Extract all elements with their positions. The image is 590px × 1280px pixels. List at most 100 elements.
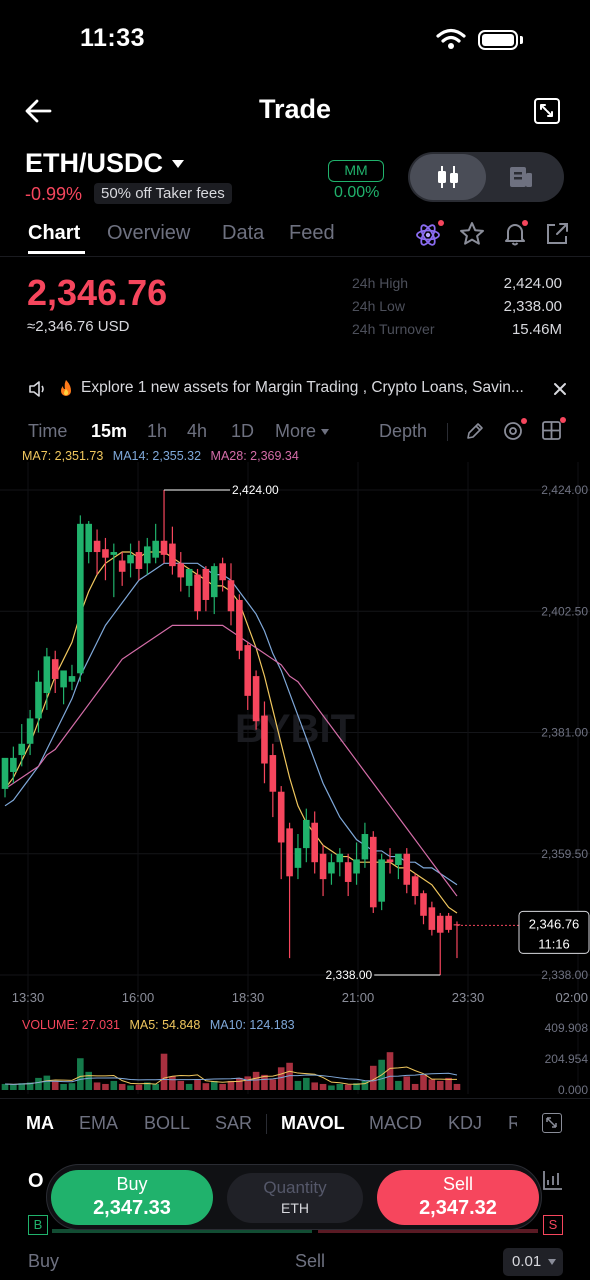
candle-body xyxy=(453,924,461,926)
candle-body xyxy=(411,876,419,897)
candle-body xyxy=(311,822,318,863)
bell-alert-icon[interactable] xyxy=(501,218,531,248)
x-tick-label: 21:00 xyxy=(342,990,375,1005)
grid-layout-icon[interactable] xyxy=(540,416,568,444)
candle-body xyxy=(428,907,436,930)
indicator-more[interactable]: R xyxy=(508,1113,517,1134)
volume-bar xyxy=(93,1082,101,1090)
volume-bar xyxy=(386,1052,394,1090)
x-tick-label: 13:30 xyxy=(12,990,45,1005)
chevron-down-icon[interactable] xyxy=(172,160,184,168)
candle-body xyxy=(143,546,151,564)
pencil-draw-icon[interactable] xyxy=(465,421,485,441)
sell-button[interactable]: Sell 2,347.32 xyxy=(377,1170,539,1225)
divider xyxy=(0,256,590,257)
price-step-select[interactable]: 0.01 xyxy=(503,1248,563,1276)
star-favorite-icon[interactable] xyxy=(458,220,486,248)
interval-1h[interactable]: 1h xyxy=(147,421,167,442)
orderbook-buy-header: Buy xyxy=(28,1251,60,1271)
buy-button[interactable]: Buy 2,347.33 xyxy=(51,1170,213,1225)
candlestick-chart[interactable]: BYBIT 2,424.002,402.502,381.002,359.502,… xyxy=(0,462,590,1094)
indicator-ema[interactable]: EMA xyxy=(79,1113,118,1134)
volume-bar xyxy=(77,1058,84,1090)
stat-value: 2,338.00 xyxy=(503,298,562,315)
quantity-input[interactable]: Quantity ETH xyxy=(227,1173,363,1223)
candle-body xyxy=(135,552,143,569)
candle-body xyxy=(60,670,67,688)
stat-label: 24h High xyxy=(352,275,409,291)
orderbook-sell-header: Sell xyxy=(295,1251,326,1271)
volume-bar xyxy=(403,1076,411,1090)
volume-ma10-label: MA10: 124.183 xyxy=(209,1018,295,1032)
volume-bar xyxy=(236,1077,243,1090)
battery-tip xyxy=(520,36,523,44)
candle-body xyxy=(169,543,176,567)
volume-bar xyxy=(336,1083,344,1090)
candle-body xyxy=(68,676,76,682)
ma-legend: MA7: 2,351.73 MA14: 2,355.32 MA28: 2,369… xyxy=(22,449,299,463)
volume-bar xyxy=(51,1080,59,1090)
candle-view-button[interactable] xyxy=(410,154,486,200)
indicator-settings-icon[interactable] xyxy=(501,416,529,444)
volume-bar xyxy=(177,1080,185,1090)
volume-bar xyxy=(269,1079,277,1090)
quantity-unit: ETH xyxy=(281,1200,309,1216)
chart-icon[interactable] xyxy=(541,1168,565,1192)
candle-body xyxy=(43,656,51,694)
candle-body xyxy=(436,915,444,933)
candle-body xyxy=(445,915,452,930)
candle-body xyxy=(420,893,427,916)
candle-body xyxy=(202,568,210,600)
ai-atom-icon[interactable] xyxy=(414,220,444,248)
volume-bar xyxy=(428,1079,436,1090)
volume-bar xyxy=(110,1080,118,1090)
candle-body xyxy=(319,853,327,880)
fee-badge[interactable]: 50% off Taker fees xyxy=(94,183,232,204)
volume-bar xyxy=(152,1083,159,1090)
order-book-view-icon[interactable] xyxy=(508,165,534,189)
tab-overview[interactable]: Overview xyxy=(107,222,190,245)
candle-body xyxy=(303,819,310,849)
tab-chart[interactable]: Chart xyxy=(28,222,80,245)
low-marker-label: 2,338.00 xyxy=(326,968,373,982)
volume-bar xyxy=(294,1080,302,1090)
volume-tick-label: 0.000 xyxy=(558,1083,588,1094)
indicator-mavol[interactable]: MAVOL xyxy=(281,1113,345,1134)
indicator-ma[interactable]: MA xyxy=(26,1113,54,1134)
candle-body xyxy=(277,791,285,843)
x-tick-label: 16:00 xyxy=(122,990,155,1005)
stat-label: 24h Low xyxy=(352,298,405,314)
pair-selector[interactable]: ETH/USDC xyxy=(25,148,163,179)
volume-bar xyxy=(311,1082,318,1090)
interval-more[interactable]: More xyxy=(275,421,316,442)
candle-body xyxy=(353,859,360,874)
fullscreen-icon[interactable] xyxy=(534,98,560,124)
indicator-sar[interactable]: SAR xyxy=(215,1113,252,1134)
tab-data[interactable]: Data xyxy=(222,222,264,245)
share-icon[interactable] xyxy=(543,220,571,248)
interval-15m[interactable]: 15m xyxy=(91,421,127,442)
close-icon[interactable] xyxy=(553,382,567,396)
interval-4h[interactable]: 4h xyxy=(187,421,207,442)
candle-body xyxy=(252,676,260,722)
candle-body xyxy=(378,859,385,902)
indicator-kdj[interactable]: KDJ xyxy=(448,1113,482,1134)
candle-body xyxy=(244,645,252,696)
tab-feed[interactable]: Feed xyxy=(289,222,335,245)
indicator-boll[interactable]: BOLL xyxy=(144,1113,190,1134)
candle-body xyxy=(118,560,126,572)
volume-bar xyxy=(344,1084,352,1090)
announcement-text[interactable]: Explore 1 new assets for Margin Trading … xyxy=(81,379,524,397)
interval-time[interactable]: Time xyxy=(28,421,67,442)
candle-body xyxy=(18,743,26,756)
chevron-down-icon[interactable] xyxy=(321,429,329,435)
page-title: Trade xyxy=(258,94,332,124)
indicator-macd[interactable]: MACD xyxy=(369,1113,422,1134)
depth-tab[interactable]: Depth xyxy=(379,421,427,442)
fullscreen-indicator-icon[interactable] xyxy=(542,1113,562,1133)
mm-badge[interactable]: MM xyxy=(328,160,384,182)
interval-1d[interactable]: 1D xyxy=(231,421,254,442)
volume-bar xyxy=(43,1075,51,1090)
speaker-icon xyxy=(29,381,44,397)
candle-body xyxy=(127,554,134,564)
